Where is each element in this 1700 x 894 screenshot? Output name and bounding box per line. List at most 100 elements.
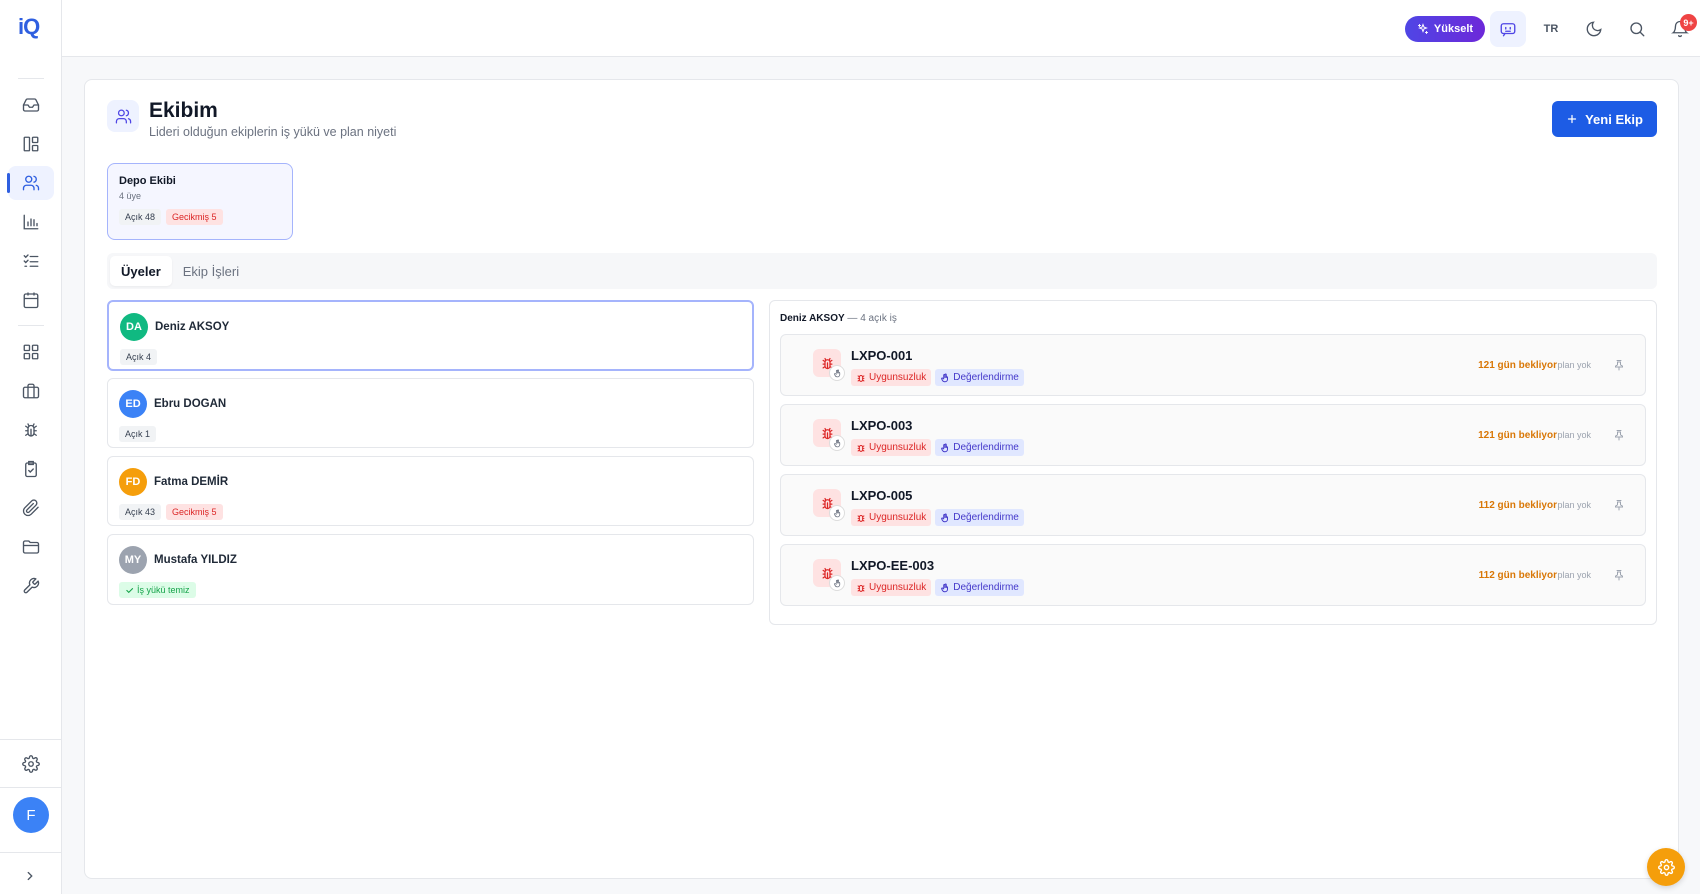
search-icon (1630, 22, 1645, 37)
pin-button[interactable] (1613, 499, 1625, 511)
wrench-icon (23, 577, 40, 594)
bug-icon (857, 444, 865, 452)
member-open-count: Açık 43 (119, 504, 162, 520)
pin-button[interactable] (1613, 569, 1625, 581)
member-card[interactable]: FD Fatma DEMİR Açık 43 Gecikmiş 5 (107, 456, 754, 526)
team-member-count: 4 üye (119, 191, 142, 201)
task-code[interactable]: LXPO-EE-003 (851, 558, 934, 573)
task-code[interactable]: LXPO-005 (851, 488, 912, 503)
member-avatar: FD (119, 468, 147, 496)
task-waiting-time: 121 gün bekliyor (1478, 360, 1557, 371)
member-tasks-header: Deniz AKSOY — 4 açık iş (780, 313, 897, 324)
task-type-label: Uygunsuzluk (869, 372, 927, 383)
upgrade-button[interactable]: Yükselt (1405, 16, 1485, 42)
page-subtitle: Lideri olduğun ekiplerin iş yükü ve plan… (149, 125, 397, 139)
sidebar-item-audits[interactable] (8, 452, 54, 486)
sidebar-expand-button[interactable] (20, 866, 40, 886)
sidebar-divider (18, 325, 44, 326)
upgrade-label: Yükselt (1433, 23, 1474, 35)
task-stage-label: Değerlendirme (953, 442, 1019, 453)
list-check-icon (23, 254, 39, 267)
sidebar-divider (0, 787, 62, 788)
member-card[interactable]: DA Deniz AKSOY Açık 4 (107, 300, 754, 371)
inbox-icon (22, 98, 40, 112)
task-type-label: Uygunsuzluk (869, 442, 927, 453)
member-open-count: Açık 4 (120, 349, 158, 365)
folder-icon (22, 540, 40, 554)
team-card[interactable]: Depo Ekibi 4 üye Açık 48 Gecikmiş 5 (107, 163, 293, 240)
team-open-count: Açık 48 (119, 209, 162, 225)
task-stage-badge: Değerlendirme (935, 579, 1024, 596)
member-name: Deniz AKSOY (155, 321, 230, 333)
sidebar-item-reports[interactable] (8, 205, 54, 239)
selected-member-name: Deniz AKSOY (780, 313, 845, 324)
settings-fab-button[interactable] (1647, 848, 1685, 886)
paperclip-icon (22, 499, 39, 517)
task-type-badge: Uygunsuzluk (851, 579, 932, 596)
language-label: TR (1543, 23, 1559, 35)
member-avatar: DA (120, 313, 148, 341)
users-icon (115, 108, 131, 124)
member-name: Ebru DOGAN (154, 398, 227, 410)
sparkles-icon (1417, 23, 1428, 34)
member-avatar: ED (119, 390, 147, 418)
bug-icon (25, 423, 37, 437)
app-logo[interactable]: iQ (18, 14, 50, 42)
sidebar-divider (18, 78, 44, 79)
member-card[interactable]: MY Mustafa YILDIZ İş yükü temiz (107, 534, 754, 605)
users-icon (22, 175, 40, 191)
search-button[interactable] (1619, 11, 1655, 47)
task-plan-status: plan yok (1557, 430, 1591, 440)
notifications-button[interactable]: 9+ (1662, 11, 1698, 47)
bar-chart-icon (23, 214, 39, 230)
sidebar-item-dashboard[interactable] (8, 127, 54, 161)
task-row[interactable]: LXPO-003 Uygunsuzluk Değerlendirme 121 g… (780, 404, 1646, 466)
task-plan-status: plan yok (1557, 360, 1591, 370)
selected-member-task-count: — 4 açık iş (847, 313, 897, 324)
hand-icon (829, 365, 845, 381)
sidebar-item-attachments[interactable] (8, 491, 54, 525)
member-open-count: Açık 1 (119, 426, 157, 442)
member-card[interactable]: ED Ebru DOGAN Açık 1 (107, 378, 754, 448)
task-row[interactable]: LXPO-EE-003 Uygunsuzluk Değerlendirme 11… (780, 544, 1646, 606)
sidebar-item-settings[interactable] (8, 747, 54, 781)
task-plan-status: plan yok (1557, 570, 1591, 580)
sidebar-divider (0, 739, 62, 740)
task-row[interactable]: LXPO-001 Uygunsuzluk Değerlendirme 121 g… (780, 334, 1646, 396)
sidebar-item-tasks[interactable] (8, 244, 54, 278)
pin-button[interactable] (1613, 359, 1625, 371)
task-code[interactable]: LXPO-003 (851, 418, 912, 433)
hand-icon (941, 583, 949, 592)
member-name: Mustafa YILDIZ (154, 554, 237, 566)
sidebar-item-nonconformity[interactable] (8, 413, 54, 447)
sidebar-item-documents[interactable] (8, 530, 54, 564)
task-waiting-time: 112 gün bekliyor (1478, 570, 1557, 581)
task-code[interactable]: LXPO-001 (851, 348, 912, 363)
pin-button[interactable] (1613, 429, 1625, 441)
task-type-label: Uygunsuzluk (869, 512, 927, 523)
sidebar-item-calendar[interactable] (8, 283, 54, 317)
task-type-badge: Uygunsuzluk (851, 369, 932, 386)
sidebar-item-inbox[interactable] (8, 88, 54, 122)
language-button[interactable]: TR (1533, 11, 1569, 47)
tab-team-tasks[interactable]: Ekip İşleri (172, 256, 250, 286)
new-team-button[interactable]: Yeni Ekip (1552, 101, 1657, 137)
user-avatar[interactable]: F (13, 797, 49, 833)
member-overdue-count: Gecikmiş 5 (166, 504, 223, 520)
assistant-chat-button[interactable] (1490, 11, 1526, 47)
task-stage-badge: Değerlendirme (935, 509, 1024, 526)
sidebar-item-modules[interactable] (8, 335, 54, 369)
sidebar-item-team[interactable] (7, 166, 54, 200)
team-name: Depo Ekibi (119, 175, 176, 187)
member-tasks-panel: Deniz AKSOY — 4 açık iş LXPO-001 Uygunsu… (769, 300, 1657, 625)
pin-icon (1615, 360, 1623, 371)
theme-toggle-button[interactable] (1576, 11, 1612, 47)
sidebar-item-projects[interactable] (8, 374, 54, 408)
sidebar: iQ F (0, 0, 62, 894)
task-row[interactable]: LXPO-005 Uygunsuzluk Değerlendirme 112 g… (780, 474, 1646, 536)
tab-members[interactable]: Üyeler (110, 256, 172, 286)
hand-icon (829, 505, 845, 521)
sidebar-item-tools[interactable] (8, 569, 54, 603)
pin-icon (1615, 500, 1623, 511)
bug-icon (857, 374, 865, 382)
